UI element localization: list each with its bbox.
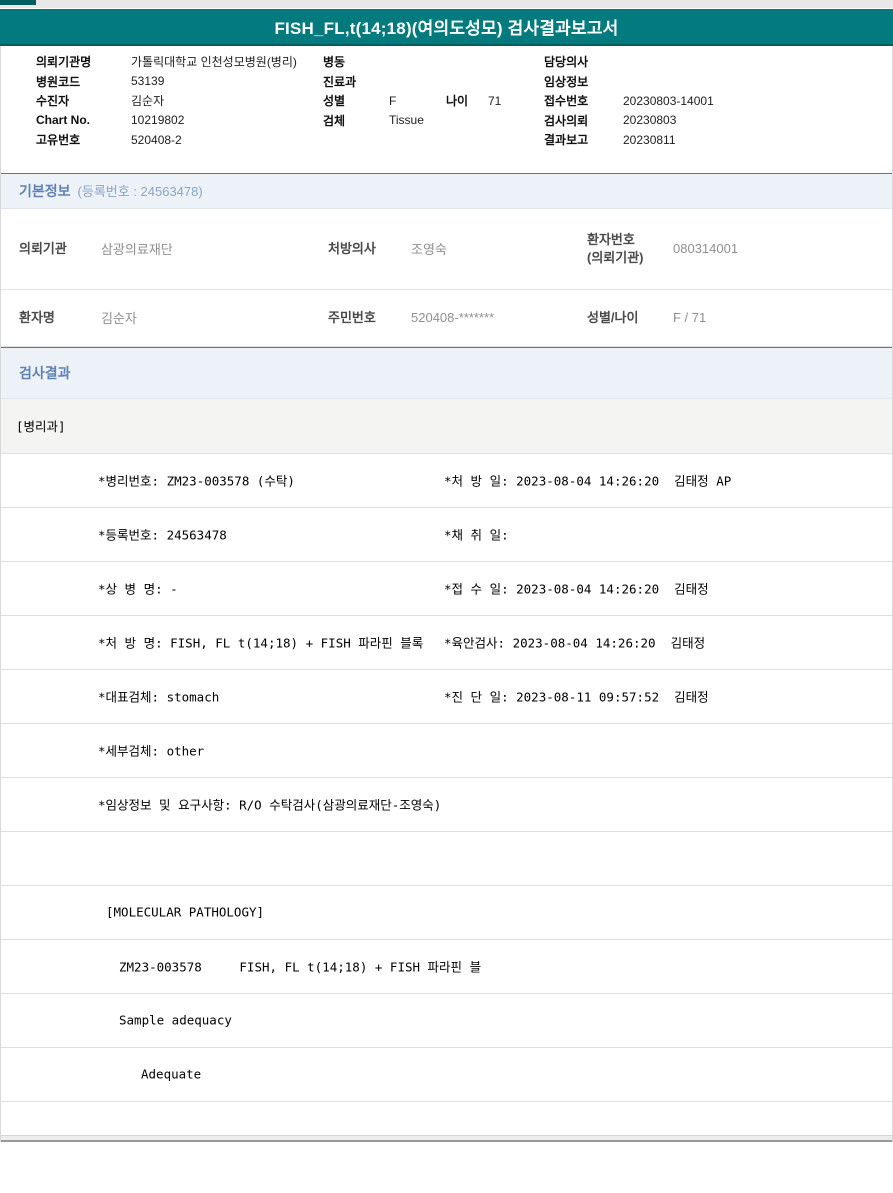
field-value: 김순자 <box>131 94 165 109</box>
result-cell-right: *진 단 일: 2023-08-11 09:57:52 김태정 <box>444 689 709 705</box>
specimen-test-line: ZM23-003578 FISH, FL t(14;18) + FISH 파라핀… <box>119 959 482 975</box>
section-title: 기본정보 <box>19 182 71 199</box>
field-label: 의뢰기관 <box>19 240 67 256</box>
report-end-bar <box>1 1134 892 1142</box>
result-row: ZM23-003578 FISH, FL t(14;18) + FISH 파라핀… <box>1 939 892 994</box>
result-cell-right: *육안검사: 2023-08-04 14:26:20 김태정 <box>444 635 706 651</box>
sample-adequacy-label: Sample adequacy <box>119 1012 232 1028</box>
result-row: *대표검체: stomach *진 단 일: 2023-08-11 09:57:… <box>1 669 892 724</box>
section-title: 검사결과 <box>19 364 71 381</box>
admin-row: 고유번호 520408-2 결과보고 20230811 <box>36 130 892 150</box>
field-label: 환자번호 (의뢰기관) <box>587 231 673 266</box>
window-corner-accent <box>0 0 36 5</box>
field-label: 환자명 <box>19 309 55 325</box>
department-header: [병리과] <box>16 419 66 434</box>
result-cell-left: *임상정보 및 요구사항: R/O 수탁검사(삼광의료재단-조영숙) <box>98 797 442 813</box>
referring-org-value: 삼광의료재단 <box>101 242 173 257</box>
field-value: 가톨릭대학교 인천성모병원(병리) <box>131 55 297 70</box>
result-cell-left: *세부검체: other <box>98 743 205 759</box>
field-label-line2: (의뢰기관) <box>587 249 644 265</box>
result-cell-left: *처 방 명: FISH, FL t(14;18) + FISH 파라핀 블록 <box>98 635 424 651</box>
field-label: 접수번호 <box>544 94 589 109</box>
department-header-row: [병리과] <box>1 398 892 454</box>
field-value: 520408-2 <box>131 132 182 147</box>
admin-row: 수진자 김순자 성별 F 나이 71 접수번호 20230803-14001 <box>36 91 892 111</box>
result-row: [MOLECULAR PATHOLOGY] <box>1 885 892 940</box>
admin-row: 병원코드 53139 진료과 임상정보 <box>36 72 892 92</box>
result-cell-left: *상 병 명: - <box>98 581 178 597</box>
sample-adequacy-value: Adequate <box>141 1066 202 1082</box>
admin-info-table: 의뢰기관명 가톨릭대학교 인천성모병원(병리) 병동 담당의사 병원코드 531… <box>1 46 892 150</box>
result-row: *임상정보 및 요구사항: R/O 수탁검사(삼광의료재단-조영숙) <box>1 777 892 832</box>
field-value: 53139 <box>131 74 165 89</box>
field-label: 성별/나이 <box>587 309 639 325</box>
field-label: 의뢰기관명 <box>36 55 92 70</box>
field-label: 고유번호 <box>36 133 81 148</box>
basic-info-row: 의뢰기관 삼광의료재단 처방의사 조영숙 환자번호 (의뢰기관) 0803140… <box>1 208 892 290</box>
section-header-results: 검사결과 <box>1 346 892 399</box>
field-label: 검체 <box>323 113 346 128</box>
field-label-line1: 환자번호 <box>587 231 635 247</box>
field-value: Tissue <box>389 113 424 128</box>
field-value: 20230803 <box>623 113 677 128</box>
field-label: 주민번호 <box>328 309 376 325</box>
report-title-bar: FISH_FL,t(14;18)(여의도성모) 검사결과보고서 <box>0 9 893 46</box>
field-label: 성별 <box>323 94 346 109</box>
admin-row: Chart No. 10219802 검체 Tissue 검사의뢰 202308… <box>36 111 892 131</box>
result-row: *처 방 명: FISH, FL t(14;18) + FISH 파라핀 블록 … <box>1 615 892 670</box>
result-cell-right: *채 취 일: <box>444 527 509 543</box>
admin-row: 의뢰기관명 가톨릭대학교 인천성모병원(병리) 병동 담당의사 <box>36 52 892 72</box>
field-value: 20230811 <box>623 132 676 147</box>
sex-age-value: F / 71 <box>673 310 707 325</box>
field-label: 결과보고 <box>544 133 589 148</box>
result-row: *등록번호: 24563478 *채 취 일: <box>1 507 892 562</box>
field-label: 처방의사 <box>328 240 376 256</box>
field-value: 10219802 <box>131 113 185 128</box>
resident-id-value: 520408-******* <box>411 310 495 325</box>
report-content: 의뢰기관명 가톨릭대학교 인천성모병원(병리) 병동 담당의사 병원코드 531… <box>0 46 893 1142</box>
result-cell-left: *병리번호: ZM23-003578 (수탁) <box>98 473 295 489</box>
patient-name-value: 김순자 <box>101 311 137 326</box>
result-cell-left: *대표검체: stomach <box>98 689 220 705</box>
field-label: 병동 <box>323 55 346 70</box>
section-header-basic-info: 기본정보 (등록번호 : 24563478) <box>1 172 892 209</box>
report-title: FISH_FL,t(14;18)(여의도성모) 검사결과보고서 <box>274 19 619 38</box>
result-row: Adequate <box>1 1047 892 1102</box>
section-subtitle: (등록번호 : 24563478) <box>77 184 203 199</box>
result-row-empty <box>1 831 892 886</box>
field-label: Chart No. <box>36 113 90 128</box>
field-value: 71 <box>488 93 502 108</box>
report-page: FISH_FL,t(14;18)(여의도성모) 검사결과보고서 의뢰기관명 가톨… <box>0 0 893 1193</box>
prescribing-doctor-value: 조영숙 <box>411 242 447 257</box>
field-label: 나이 <box>446 94 469 109</box>
result-row: *세부검체: other <box>1 723 892 778</box>
field-label: 진료과 <box>323 74 357 89</box>
field-value: F <box>389 93 397 108</box>
result-row: *상 병 명: - *접 수 일: 2023-08-04 14:26:20 김태… <box>1 561 892 616</box>
tail-spacer <box>1 1101 892 1135</box>
field-value: 20230803-14001 <box>623 93 714 108</box>
result-cell-right: *처 방 일: 2023-08-04 14:26:20 김태정 AP <box>444 473 732 489</box>
result-row: *병리번호: ZM23-003578 (수탁) *처 방 일: 2023-08-… <box>1 453 892 508</box>
field-label: 담당의사 <box>544 55 589 70</box>
patient-number-value: 080314001 <box>673 241 739 256</box>
field-label: 수진자 <box>36 94 70 109</box>
result-row: Sample adequacy <box>1 993 892 1048</box>
result-cell-left: *등록번호: 24563478 <box>98 527 227 543</box>
result-cell-right: *접 수 일: 2023-08-04 14:26:20 김태정 <box>444 581 709 597</box>
molecular-pathology-header: [MOLECULAR PATHOLOGY] <box>106 904 265 920</box>
window-top-strip <box>0 0 893 9</box>
field-label: 병원코드 <box>36 74 81 89</box>
basic-info-row: 환자명 김순자 주민번호 520408-******* 성별/나이 F / 71 <box>1 289 892 347</box>
field-label: 검사의뢰 <box>544 113 589 128</box>
field-label: 임상정보 <box>544 74 589 89</box>
